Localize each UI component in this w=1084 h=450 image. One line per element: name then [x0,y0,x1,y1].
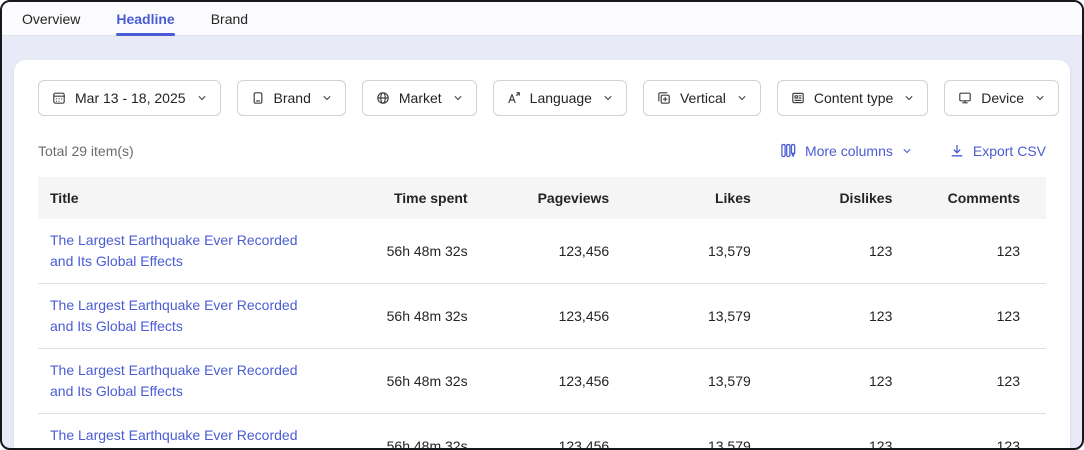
total-items-label: Total 29 item(s) [38,143,134,159]
time-spent-cell: 56h 48m 32s [338,349,480,414]
column-header-likes: Likes [621,177,763,219]
dislikes-cell: 123 [763,219,905,284]
date-range-label: Mar 13 - 18, 2025 [75,90,186,106]
title-cell: The Largest Earthquake Ever Recorded and… [38,219,338,284]
language-filter-label: Language [530,90,592,106]
comments-cell: 123 [904,414,1046,450]
tab-headline-label: Headline [116,11,174,27]
layers-plus-icon [656,90,672,106]
toolbar-actions: More columns Export CSV [780,142,1046,159]
table-row: The Largest Earthquake Ever Recorded and… [38,414,1046,450]
tab-indicator [116,33,174,36]
tab-brand[interactable]: Brand [211,2,248,36]
export-csv-button[interactable]: Export CSV [949,143,1046,159]
table-body: The Largest Earthquake Ever Recorded and… [38,219,1046,450]
pageviews-cell: 123,456 [480,219,622,284]
brand-filter[interactable]: Brand [237,80,346,116]
time-spent-cell: 56h 48m 32s [338,414,480,450]
monitor-icon [957,90,973,106]
column-header-time-spent: Time spent [338,177,480,219]
time-spent-cell: 56h 48m 32s [338,219,480,284]
vertical-filter-label: Vertical [680,90,726,106]
chevron-down-icon [903,92,915,104]
table-row: The Largest Earthquake Ever Recorded and… [38,349,1046,414]
market-filter-label: Market [399,90,442,106]
column-header-title: Title [38,177,338,219]
likes-cell: 13,579 [621,349,763,414]
likes-cell: 13,579 [621,414,763,450]
title-cell: The Largest Earthquake Ever Recorded and… [38,414,338,450]
device-filter[interactable]: Device [944,80,1059,116]
pageviews-cell: 123,456 [480,414,622,450]
market-filter[interactable]: Market [362,80,477,116]
filter-bar: Mar 13 - 18, 2025 Brand [38,80,1046,116]
chevron-down-icon [452,92,464,104]
pageviews-cell: 123,456 [480,284,622,349]
likes-cell: 13,579 [621,284,763,349]
tab-brand-label: Brand [211,11,248,27]
pageviews-cell: 123,456 [480,349,622,414]
chevron-down-icon [602,92,614,104]
comments-cell: 123 [904,349,1046,414]
column-header-pageviews: Pageviews [480,177,622,219]
title-cell: The Largest Earthquake Ever Recorded and… [38,349,338,414]
table-row: The Largest Earthquake Ever Recorded and… [38,219,1046,284]
chevron-down-icon [321,92,333,104]
time-spent-cell: 56h 48m 32s [338,284,480,349]
tab-headline[interactable]: Headline [116,2,174,36]
chevron-down-icon [196,92,208,104]
content-type-filter[interactable]: Content type [777,80,928,116]
chevron-down-icon [1034,92,1046,104]
likes-cell: 13,579 [621,219,763,284]
tab-overview-label: Overview [22,11,80,27]
app-window: Overview Headline Brand Mar 13 - 18, 202… [0,0,1084,450]
table-toolbar: Total 29 item(s) More columns [38,142,1046,159]
vertical-filter[interactable]: Vertical [643,80,761,116]
article-title-link[interactable]: The Largest Earthquake Ever Recorded and… [50,230,320,272]
tab-bar: Overview Headline Brand [2,2,1082,36]
dislikes-cell: 123 [763,284,905,349]
more-columns-label: More columns [805,143,893,159]
brand-filter-label: Brand [274,90,311,106]
content-type-filter-label: Content type [814,90,893,106]
translate-icon [506,90,522,106]
comments-cell: 123 [904,219,1046,284]
article-title-link[interactable]: The Largest Earthquake Ever Recorded and… [50,295,320,337]
column-header-dislikes: Dislikes [763,177,905,219]
columns-icon [780,142,797,159]
language-filter[interactable]: Language [493,80,627,116]
export-csv-label: Export CSV [973,143,1046,159]
date-range-filter[interactable]: Mar 13 - 18, 2025 [38,80,221,116]
download-icon [949,143,965,159]
tablet-icon [250,90,266,106]
dislikes-cell: 123 [763,414,905,450]
globe-icon [375,90,391,106]
table-row: The Largest Earthquake Ever Recorded and… [38,284,1046,349]
table-header: Title Time spent Pageviews Likes Dislike… [38,177,1046,219]
article-title-link[interactable]: The Largest Earthquake Ever Recorded and… [50,360,320,402]
device-filter-label: Device [981,90,1024,106]
content-card: Mar 13 - 18, 2025 Brand [14,60,1070,450]
tab-overview[interactable]: Overview [22,2,80,36]
column-header-comments: Comments [904,177,1046,219]
more-columns-button[interactable]: More columns [780,142,913,159]
title-cell: The Largest Earthquake Ever Recorded and… [38,284,338,349]
article-title-link[interactable]: The Largest Earthquake Ever Recorded and… [50,425,320,450]
comments-cell: 123 [904,284,1046,349]
chevron-down-icon [736,92,748,104]
dislikes-cell: 123 [763,349,905,414]
headline-table: Title Time spent Pageviews Likes Dislike… [38,177,1046,450]
calendar-icon [51,90,67,106]
news-icon [790,90,806,106]
chevron-down-icon [901,145,913,157]
